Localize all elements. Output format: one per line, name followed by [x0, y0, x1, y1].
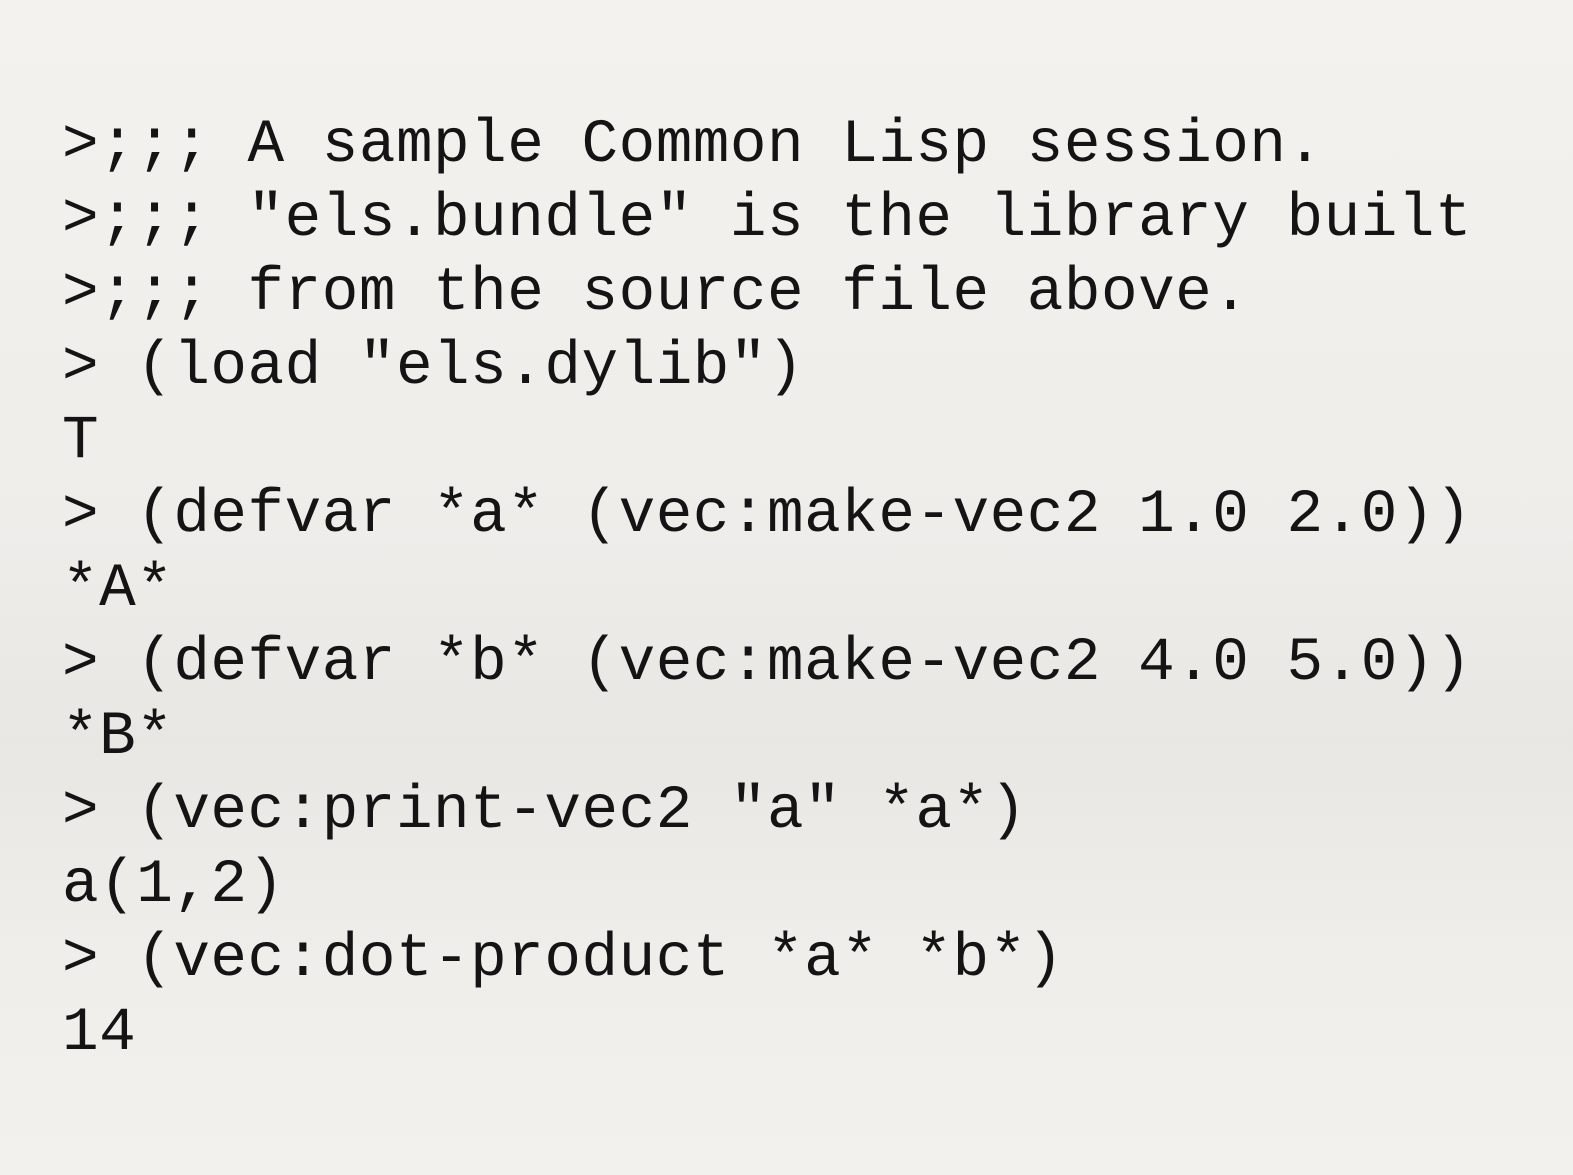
lisp-session-transcript: >;;; A sample Common Lisp session. >;;; …	[62, 109, 1542, 1071]
comment-line: >;;; A sample Common Lisp session.	[62, 111, 1324, 180]
output-line: T	[62, 407, 100, 476]
slide: >;;; A sample Common Lisp session. >;;; …	[0, 0, 1573, 1175]
input-line: > (defvar *a* (vec:make-vec2 1.0 2.0))	[62, 481, 1473, 550]
comment-line: >;;; "els.bundle" is the library built	[62, 185, 1473, 254]
input-line: > (load "els.dylib")	[62, 333, 805, 402]
input-line: > (vec:print-vec2 "a" *a*)	[62, 777, 1027, 846]
input-line: > (defvar *b* (vec:make-vec2 4.0 5.0))	[62, 629, 1473, 698]
output-line: *A*	[62, 555, 174, 624]
output-line: 14	[62, 999, 137, 1068]
comment-line: >;;; from the source file above.	[62, 259, 1250, 328]
output-line: *B*	[62, 703, 174, 772]
output-line: a(1,2)	[62, 851, 285, 920]
input-line: > (vec:dot-product *a* *b*)	[62, 925, 1064, 994]
